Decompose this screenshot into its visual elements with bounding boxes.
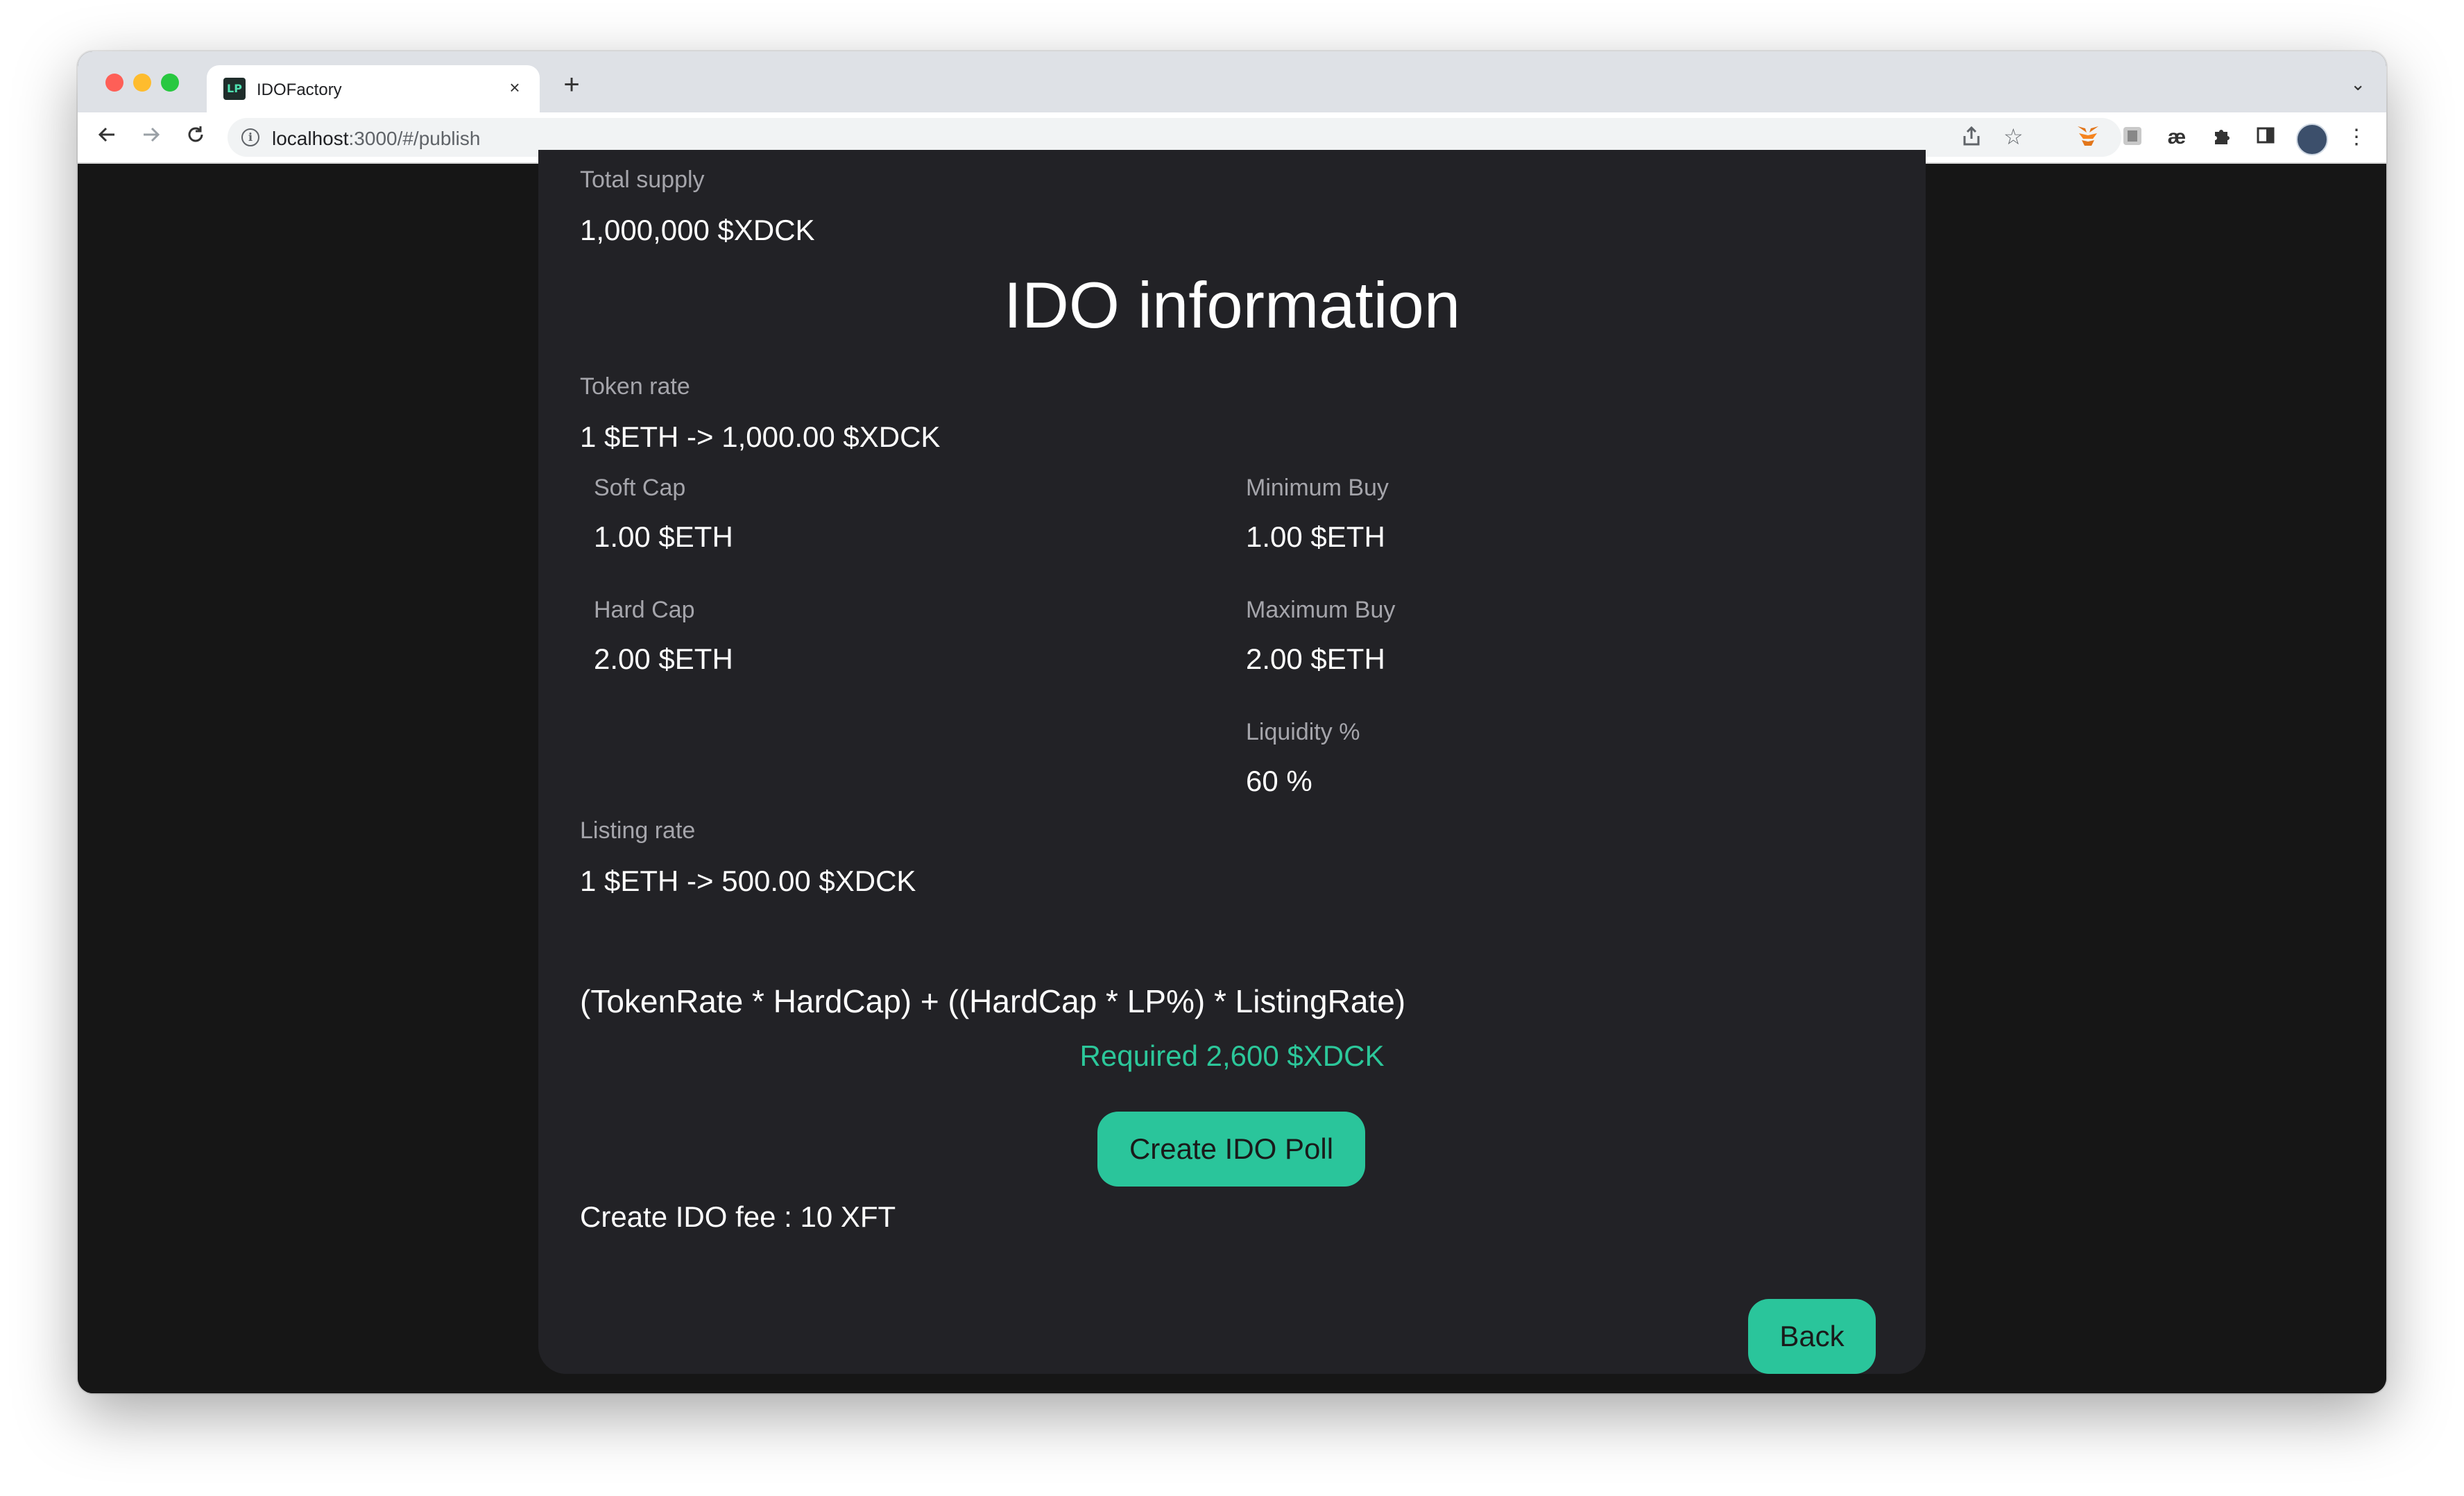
- back-button[interactable]: Back: [1748, 1299, 1876, 1374]
- liquidity-label: Liquidity %: [1246, 719, 1360, 745]
- browser-tab[interactable]: LP IDOFactory ×: [207, 65, 540, 112]
- browser-window: LP IDOFactory × + ⌄ i localhost:3000/#/p…: [78, 51, 2386, 1393]
- token-rate-label: Token rate: [580, 373, 690, 400]
- listing-rate-value: 1 $ETH -> 500.00 $XDCK: [580, 865, 916, 897]
- maximum-buy-label: Maximum Buy: [1246, 597, 1396, 623]
- more-menu-icon[interactable]: ⋮: [2346, 125, 2367, 149]
- bookmark-star-icon[interactable]: ☆: [2003, 124, 2024, 150]
- hard-cap-label: Hard Cap: [594, 597, 695, 623]
- tab-close-icon[interactable]: ×: [502, 75, 527, 100]
- profile-avatar[interactable]: [2296, 124, 2328, 155]
- back-arrow-icon[interactable]: [92, 122, 122, 153]
- required-amount: Required 2,600 $XDCK: [1079, 1039, 1385, 1072]
- url-host: localhost: [272, 128, 349, 149]
- create-ido-poll-button[interactable]: Create IDO Poll: [1097, 1112, 1365, 1187]
- close-window-button[interactable]: [105, 74, 123, 92]
- page-title: IDO information: [1003, 269, 1461, 341]
- tab-strip: LP IDOFactory × + ⌄: [78, 51, 2386, 112]
- create-ido-fee: Create IDO fee : 10 XFT: [580, 1200, 896, 1233]
- page-content: Total supply 1,000,000 $XDCK IDO informa…: [78, 150, 2386, 1393]
- ae-extension-icon[interactable]: æ: [2164, 125, 2189, 150]
- soft-cap-label: Soft Cap: [594, 475, 686, 501]
- total-supply-label: Total supply: [580, 167, 705, 193]
- extension-icon[interactable]: [2120, 125, 2145, 150]
- site-info-icon[interactable]: i: [241, 128, 259, 146]
- new-tab-button[interactable]: +: [556, 71, 587, 101]
- maximum-buy-value: 2.00 $ETH: [1246, 643, 1385, 675]
- url-path: :3000/#/publish: [348, 128, 481, 149]
- tab-title: IDOFactory: [257, 80, 342, 99]
- required-formula: (TokenRate * HardCap) + ((HardCap * LP%)…: [580, 983, 1406, 1019]
- share-icon[interactable]: [1962, 125, 1981, 153]
- minimum-buy-value: 1.00 $ETH: [1246, 520, 1385, 553]
- extensions-puzzle-icon[interactable]: [2209, 125, 2234, 150]
- favicon-icon: LP: [223, 78, 246, 100]
- token-rate-value: 1 $ETH -> 1,000.00 $XDCK: [580, 420, 941, 453]
- soft-cap-value: 1.00 $ETH: [594, 520, 733, 553]
- total-supply-value: 1,000,000 $XDCK: [580, 214, 815, 246]
- forward-arrow-icon[interactable]: [136, 122, 166, 153]
- maximize-window-button[interactable]: [161, 74, 179, 92]
- minimum-buy-label: Minimum Buy: [1246, 475, 1389, 501]
- tab-search-icon[interactable]: ⌄: [2350, 74, 2365, 95]
- reload-icon[interactable]: [180, 122, 211, 153]
- listing-rate-label: Listing rate: [580, 817, 696, 844]
- hard-cap-value: 2.00 $ETH: [594, 643, 733, 675]
- url-text[interactable]: localhost:3000/#/publish: [272, 128, 480, 150]
- ido-card: Total supply 1,000,000 $XDCK IDO informa…: [538, 150, 1926, 1374]
- metamask-extension-icon[interactable]: [2076, 125, 2101, 150]
- side-panel-icon[interactable]: [2253, 125, 2278, 150]
- liquidity-value: 60 %: [1246, 765, 1312, 797]
- minimize-window-button[interactable]: [133, 74, 151, 92]
